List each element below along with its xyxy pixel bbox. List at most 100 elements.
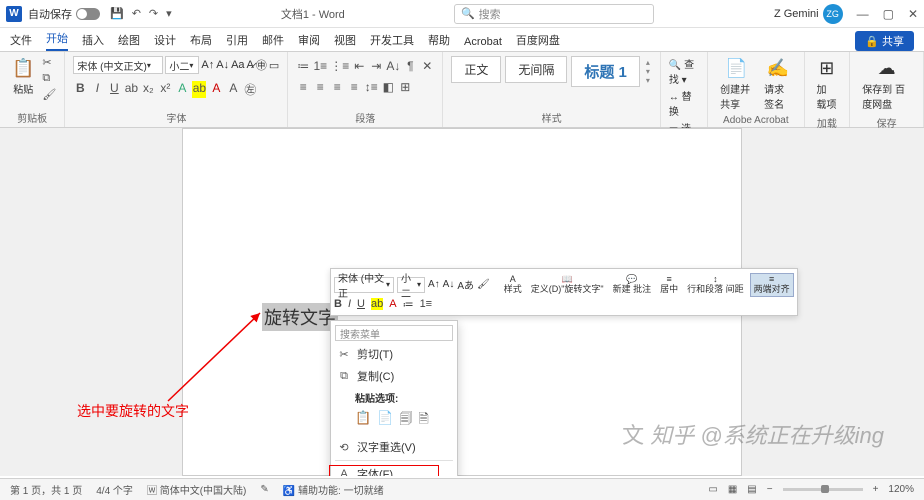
- highlight-icon[interactable]: ab: [192, 81, 206, 98]
- mini-numbering-icon[interactable]: 1≡: [420, 298, 433, 310]
- line-spacing-icon[interactable]: ↕≡: [364, 80, 378, 94]
- decrease-indent-icon[interactable]: ⇤: [352, 59, 366, 73]
- style-normal[interactable]: 正文: [451, 56, 501, 83]
- paste-option-icon[interactable]: 🗐: [399, 410, 412, 432]
- mini-format-painter-icon[interactable]: 🖌: [477, 279, 490, 290]
- tab-home[interactable]: 开始: [46, 27, 68, 51]
- cm-item[interactable]: ✂剪切(T): [331, 343, 457, 365]
- mini-center-button[interactable]: ≡居中: [657, 274, 681, 296]
- save-icon[interactable]: 💾: [110, 7, 124, 20]
- show-marks-icon[interactable]: ¶: [403, 59, 417, 73]
- underline-icon[interactable]: U: [107, 81, 121, 98]
- font-size-combo[interactable]: 小二 ▾: [165, 56, 199, 74]
- mini-highlight-icon[interactable]: ab: [371, 298, 383, 310]
- minimize-icon[interactable]: —: [857, 7, 869, 21]
- baidu-save-button[interactable]: ☁保存到 百度网盘: [858, 56, 915, 113]
- border-icon[interactable]: ▭: [269, 59, 279, 72]
- tab-draw[interactable]: 绘图: [118, 29, 140, 51]
- language-indicator[interactable]: 🅆 简体中文(中国大陆): [147, 482, 246, 497]
- create-share-button[interactable]: 📄创建并共享: [716, 56, 756, 113]
- tab-references[interactable]: 引用: [226, 29, 248, 51]
- tab-view[interactable]: 视图: [334, 29, 356, 51]
- user-account[interactable]: Z Gemini ZG: [774, 4, 843, 24]
- shrink-font-icon[interactable]: A↓: [216, 59, 229, 71]
- mini-justify-button[interactable]: ≡两端对齐: [750, 273, 794, 297]
- numbering-icon[interactable]: 1≡: [313, 59, 327, 73]
- mini-phonetic-icon[interactable]: Aあ: [457, 277, 474, 292]
- menu-search-input[interactable]: 搜索菜单: [335, 325, 453, 341]
- increase-indent-icon[interactable]: ⇥: [369, 59, 383, 73]
- focus-view-icon[interactable]: ▭: [708, 484, 717, 495]
- justify-icon[interactable]: ≡: [347, 80, 361, 94]
- share-button[interactable]: 🔒 共享: [855, 31, 914, 51]
- print-layout-icon[interactable]: ▦: [728, 484, 737, 495]
- mini-grow-icon[interactable]: A↑: [428, 279, 440, 290]
- mini-size-combo[interactable]: 小二▾: [397, 277, 425, 293]
- cm-item[interactable]: A字体(F)...: [331, 463, 457, 476]
- tab-layout[interactable]: 布局: [190, 29, 212, 51]
- spell-check-icon[interactable]: ✎: [260, 484, 268, 495]
- search-box[interactable]: 🔍 搜索: [454, 4, 654, 24]
- style-heading1[interactable]: 标题 1: [571, 56, 640, 87]
- align-center-icon[interactable]: ≡: [313, 80, 327, 94]
- align-left-icon[interactable]: ≡: [296, 80, 310, 94]
- bullets-icon[interactable]: ≔: [296, 59, 310, 73]
- align-right-icon[interactable]: ≡: [330, 80, 344, 94]
- strike-icon[interactable]: ab: [124, 81, 138, 98]
- sort-icon[interactable]: A↓: [386, 59, 400, 73]
- font-name-combo[interactable]: 宋体 (中文正文) ▾: [73, 56, 163, 74]
- page-indicator[interactable]: 第 1 页，共 1 页: [10, 482, 82, 497]
- mini-line-spacing-button[interactable]: ↕行和段落 间距: [684, 274, 747, 296]
- mini-font-combo[interactable]: 宋体 (中文正▾: [334, 277, 394, 293]
- italic-icon[interactable]: I: [90, 81, 104, 98]
- text-effects-icon[interactable]: A: [175, 81, 189, 98]
- web-layout-icon[interactable]: ▤: [747, 484, 756, 495]
- redo-icon[interactable]: ↷: [149, 7, 158, 20]
- copy-icon[interactable]: ⧉: [42, 72, 56, 85]
- accessibility-indicator[interactable]: ♿ 辅助功能: 一切就绪: [283, 482, 384, 497]
- addons-button[interactable]: ⊞加 载项: [813, 56, 842, 113]
- char-shading-icon[interactable]: A: [226, 81, 240, 98]
- mini-styles-button[interactable]: A样式: [501, 274, 525, 296]
- enclose-char-icon[interactable]: ㊧: [243, 81, 257, 98]
- style-nospace[interactable]: 无间隔: [505, 56, 567, 83]
- tab-review[interactable]: 审阅: [298, 29, 320, 51]
- cm-item[interactable]: ⟲汉字重选(V): [331, 436, 457, 458]
- signature-button[interactable]: ✍请求 签名: [760, 56, 795, 113]
- mini-bullets-icon[interactable]: ≔: [403, 298, 414, 311]
- paste-button[interactable]: 📋粘贴: [8, 56, 38, 98]
- toggle-off-icon[interactable]: [76, 8, 100, 20]
- tab-help[interactable]: 帮助: [428, 29, 450, 51]
- shading-icon[interactable]: ◧: [381, 80, 395, 94]
- restore-icon[interactable]: ▢: [883, 7, 894, 21]
- zoom-slider[interactable]: [783, 488, 863, 491]
- borders-icon[interactable]: ⊞: [398, 80, 412, 94]
- mini-define-button[interactable]: 📖定义(D)"旋转文字": [528, 274, 607, 296]
- mini-shrink-icon[interactable]: A↓: [443, 279, 455, 290]
- tab-design[interactable]: 设计: [154, 29, 176, 51]
- tab-file[interactable]: 文件: [10, 29, 32, 51]
- tab-acrobat[interactable]: Acrobat: [464, 33, 502, 51]
- cm-item[interactable]: ⧉复制(C): [331, 365, 457, 387]
- mini-underline-icon[interactable]: U: [357, 298, 365, 310]
- font-color-icon[interactable]: A: [209, 81, 223, 98]
- change-case-icon[interactable]: Aa: [231, 59, 244, 71]
- close-icon[interactable]: ✕: [908, 7, 918, 21]
- tab-baidu[interactable]: 百度网盘: [516, 29, 560, 51]
- format-painter-icon[interactable]: 🖌: [42, 88, 56, 101]
- multilevel-icon[interactable]: ⋮≡: [330, 59, 349, 73]
- mini-bold-icon[interactable]: B: [334, 298, 342, 310]
- tab-insert[interactable]: 插入: [82, 29, 104, 51]
- selected-text[interactable]: 旋转文字: [262, 303, 338, 331]
- paste-option-icon[interactable]: 📄: [377, 410, 393, 432]
- zoom-level[interactable]: 120%: [888, 484, 914, 495]
- autosave-toggle[interactable]: 自动保存: [28, 6, 100, 22]
- mini-comment-button[interactable]: 💬新建 批注: [610, 274, 655, 296]
- paste-option-icon[interactable]: 📋: [355, 410, 371, 432]
- mini-font-color-icon[interactable]: A: [389, 298, 396, 310]
- tab-mailings[interactable]: 邮件: [262, 29, 284, 51]
- find-button[interactable]: 🔍 查找 ▾: [669, 56, 699, 86]
- grow-font-icon[interactable]: A↑: [201, 59, 214, 71]
- zoom-in-icon[interactable]: +: [873, 484, 879, 495]
- undo-icon[interactable]: ↶: [132, 7, 141, 20]
